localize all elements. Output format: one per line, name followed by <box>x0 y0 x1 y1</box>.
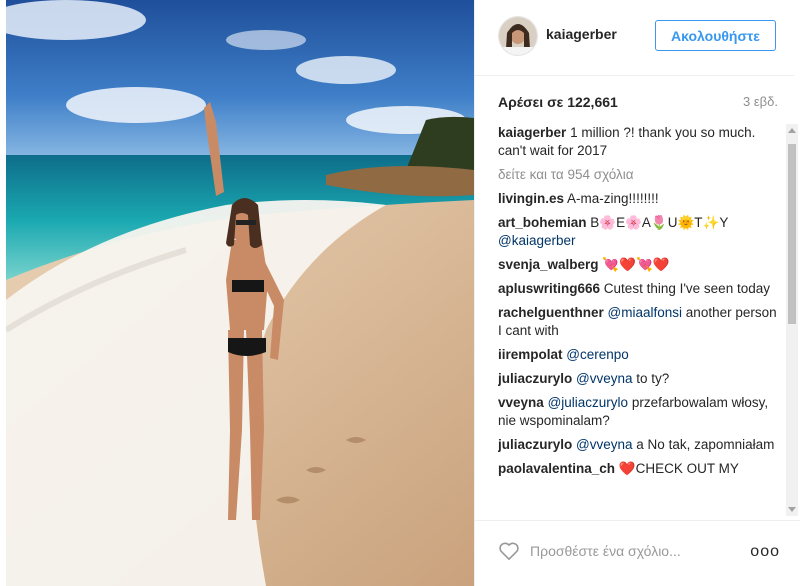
comment-text: B🌸E🌸A🌷U🌞T✨Y <box>590 215 729 230</box>
comment-username[interactable]: svenja_walberg <box>498 257 599 272</box>
comment-username[interactable]: paolavalentina_ch <box>498 461 615 476</box>
comment-username[interactable]: apluswriting666 <box>498 281 600 296</box>
comment-mention[interactable]: @vveyna <box>576 437 632 452</box>
comment-mention[interactable]: @kaiagerber <box>498 233 576 248</box>
avatar[interactable] <box>498 16 538 56</box>
comment-mention[interactable]: @cerenpo <box>566 347 629 362</box>
list-item: iirempolat @cerenpo <box>498 346 778 364</box>
comment-mention[interactable]: @juliaczurylo <box>548 395 628 410</box>
caption: kaiagerber 1 million ?! thank you so muc… <box>498 124 778 160</box>
list-item: juliaczurylo @vveyna to ty? <box>498 370 778 388</box>
comment-text: a No tak, zapomniałam <box>636 437 775 452</box>
beach-photo-image <box>6 0 474 586</box>
avatar-image <box>499 17 537 55</box>
view-all-comments-link[interactable]: δείτε και τα 954 σχόλια <box>498 166 778 184</box>
list-item: rachelguenthner @miaalfonsi another pers… <box>498 304 778 340</box>
list-item: apluswriting666 Cutest thing I've seen t… <box>498 280 778 298</box>
comment-username[interactable]: juliaczurylo <box>498 371 572 386</box>
more-options-icon[interactable]: ooo <box>750 543 780 561</box>
likes-count[interactable]: Αρέσει σε 122,661 <box>498 94 618 110</box>
add-comment-input[interactable] <box>530 539 740 563</box>
scroll-down-arrow-icon[interactable] <box>788 507 796 512</box>
list-item: vveyna @juliaczurylo przefarbowalam włos… <box>498 394 778 430</box>
comments-scrollbar[interactable] <box>786 124 798 516</box>
list-item: art_bohemian B🌸E🌸A🌷U🌞T✨Y @kaiagerber <box>498 214 778 250</box>
comment-username[interactable]: juliaczurylo <box>498 437 572 452</box>
comment-footer: ooo <box>474 520 800 586</box>
comment-username[interactable]: vveyna <box>498 395 544 410</box>
comment-mention[interactable]: @vveyna <box>576 371 632 386</box>
post-time[interactable]: 3 εβδ. <box>743 94 778 109</box>
list-item: livingin.es A-ma-zing!!!!!!!! <box>498 190 778 208</box>
comment-text: to ty? <box>636 371 670 386</box>
follow-button[interactable]: Ακολουθήστε <box>655 20 776 51</box>
comment-username[interactable]: iirempolat <box>498 347 563 362</box>
scroll-up-arrow-icon[interactable] <box>788 128 796 133</box>
post-photo[interactable] <box>6 0 474 586</box>
comment-text: Cutest thing I've seen today <box>603 281 770 296</box>
heart-icon[interactable] <box>498 541 520 561</box>
comment-username[interactable]: art_bohemian <box>498 215 587 230</box>
comment-text: A-ma-zing!!!!!!!! <box>567 191 659 206</box>
comment-mention[interactable]: @miaalfonsi <box>608 305 682 320</box>
comment-text: ❤️CHECK OUT MY <box>618 461 739 476</box>
username[interactable]: kaiagerber <box>546 26 617 42</box>
list-item: svenja_walberg 💘❤️💘❤️ <box>498 256 778 274</box>
post-header: kaiagerber Ακολουθήστε <box>474 0 794 76</box>
comments-list[interactable]: kaiagerber 1 million ?! thank you so muc… <box>498 124 778 518</box>
caption-username[interactable]: kaiagerber <box>498 125 566 140</box>
comment-username[interactable]: livingin.es <box>498 191 564 206</box>
scrollbar-thumb[interactable] <box>788 144 796 324</box>
comment-text: 💘❤️💘❤️ <box>602 257 670 272</box>
list-item: paolavalentina_ch ❤️CHECK OUT MY <box>498 460 778 478</box>
list-item: juliaczurylo @vveyna a No tak, zapomniał… <box>498 436 778 454</box>
comment-username[interactable]: rachelguenthner <box>498 305 604 320</box>
